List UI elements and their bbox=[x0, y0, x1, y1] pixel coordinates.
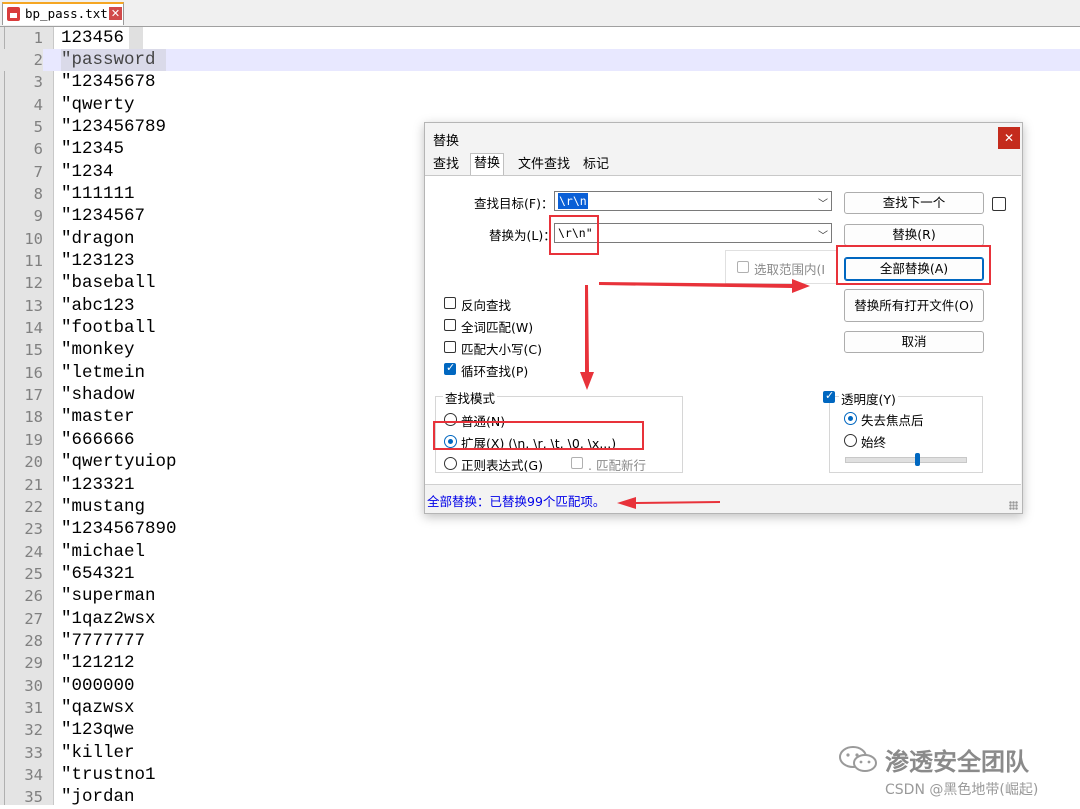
wechat-logo-icon bbox=[839, 746, 877, 772]
arrow-to-extended-mode bbox=[580, 285, 594, 390]
arrow-to-status bbox=[617, 497, 720, 509]
watermark-title: 渗透安全团队 bbox=[885, 748, 1029, 776]
watermark-subtitle: CSDN @黑色地带(崛起) bbox=[885, 782, 1039, 798]
annotation-arrows bbox=[580, 279, 810, 509]
arrow-to-replace-all bbox=[599, 279, 810, 293]
